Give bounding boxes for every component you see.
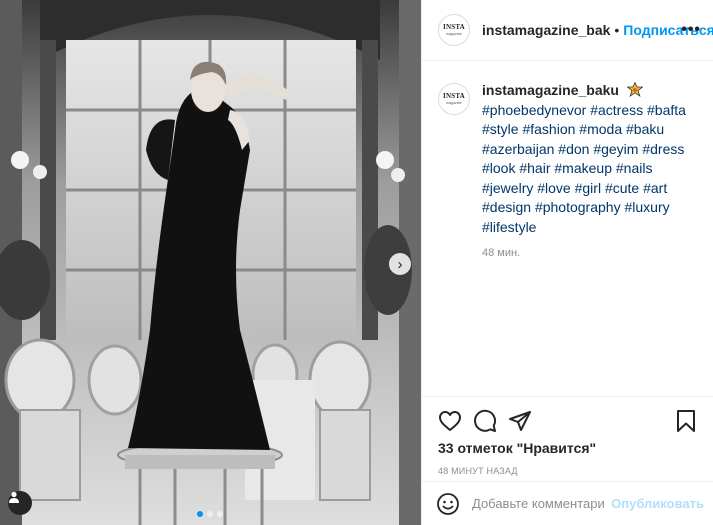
hashtag-link[interactable]: #lifestyle <box>482 219 536 235</box>
user-tags-button[interactable] <box>8 491 32 515</box>
next-photo-button[interactable]: › <box>389 253 411 275</box>
hashtag-link[interactable]: #luxury <box>624 199 669 215</box>
bookmark-icon[interactable] <box>674 409 698 433</box>
carousel-dot <box>197 511 203 517</box>
comment-icon[interactable] <box>473 409 497 433</box>
chevron-right-icon: › <box>397 255 403 273</box>
emoji-icon[interactable] <box>436 492 460 516</box>
heart-icon[interactable] <box>438 409 462 433</box>
carousel-dot <box>217 511 223 517</box>
hashtag-link[interactable]: #girl <box>575 180 601 196</box>
caption-avatar[interactable]: INSTA magazine <box>438 83 470 115</box>
hashtag-link[interactable]: #design <box>482 199 531 215</box>
hashtag-link[interactable]: #look <box>482 160 515 176</box>
photo-image <box>0 0 421 525</box>
author-username-link[interactable]: instamagazine_bak <box>482 22 610 38</box>
hashtag-link[interactable]: #don <box>558 141 589 157</box>
post-photo[interactable]: › <box>0 0 421 525</box>
more-options-icon[interactable]: ••• <box>681 22 701 38</box>
action-icons <box>438 409 698 433</box>
hashtag-link[interactable]: #style <box>482 121 519 137</box>
caption-time: 48 мин. <box>482 247 521 259</box>
hashtag-link[interactable]: #phoebedynevor <box>482 102 586 118</box>
hashtag-link[interactable]: #bafta <box>647 102 686 118</box>
publish-button[interactable]: Опубликовать <box>611 496 704 511</box>
hashtag-link[interactable]: #photography <box>535 199 621 215</box>
hashtag-link[interactable]: #cute <box>605 180 639 196</box>
comment-input[interactable] <box>472 496 606 511</box>
hashtag-link[interactable]: #hair <box>519 160 550 176</box>
hashtag-link[interactable]: #dress <box>642 141 684 157</box>
hashtag-link[interactable]: #love <box>537 180 570 196</box>
avatar-logo-text: INSTA <box>443 23 465 31</box>
post-actions: 33 отметок "Нравится" 48 минут назад <box>422 396 713 476</box>
likes-count[interactable]: 33 отметок "Нравится" <box>438 440 698 456</box>
caption: instamagazine_baku #phoebedynevor #actre… <box>482 81 697 237</box>
avatar-logo-subtext: magazine <box>446 100 462 105</box>
user-tag-icon <box>9 491 19 503</box>
caption-username-link[interactable]: instamagazine_baku <box>482 82 619 98</box>
share-icon[interactable] <box>508 409 532 433</box>
post-header: INSTA magazine instamagazine_bak • Подпи… <box>422 0 713 61</box>
carousel-dot <box>207 511 213 517</box>
comment-form: Опубликовать <box>422 481 713 525</box>
hashtag-list: #phoebedynevor #actress #bafta #style #f… <box>482 102 686 235</box>
separator-dot: • <box>614 22 620 38</box>
avatar-logo-text: INSTA <box>443 92 465 100</box>
hashtag-link[interactable]: #art <box>643 180 667 196</box>
post-side-panel: INSTA magazine instamagazine_bak • Подпи… <box>421 0 713 525</box>
hashtag-link[interactable]: #moda <box>579 121 622 137</box>
hashtag-link[interactable]: #fashion <box>522 121 575 137</box>
caption-block: INSTA magazine instamagazine_baku #phoeb… <box>422 61 713 259</box>
hashtag-link[interactable]: #makeup <box>554 160 612 176</box>
avatar-logo-subtext: magazine <box>446 31 462 36</box>
hashtag-link[interactable]: #nails <box>616 160 653 176</box>
hashtag-link[interactable]: #actress <box>590 102 643 118</box>
post-timestamp[interactable]: 48 минут назад <box>438 466 698 476</box>
hashtag-link[interactable]: #jewelry <box>482 180 533 196</box>
hashtag-link[interactable]: #baku <box>626 121 664 137</box>
carousel-indicator <box>197 511 223 517</box>
star-badge-icon <box>626 82 643 97</box>
hashtag-link[interactable]: #geyim <box>593 141 638 157</box>
avatar[interactable]: INSTA magazine <box>438 14 470 46</box>
hashtag-link[interactable]: #azerbaijan <box>482 141 554 157</box>
